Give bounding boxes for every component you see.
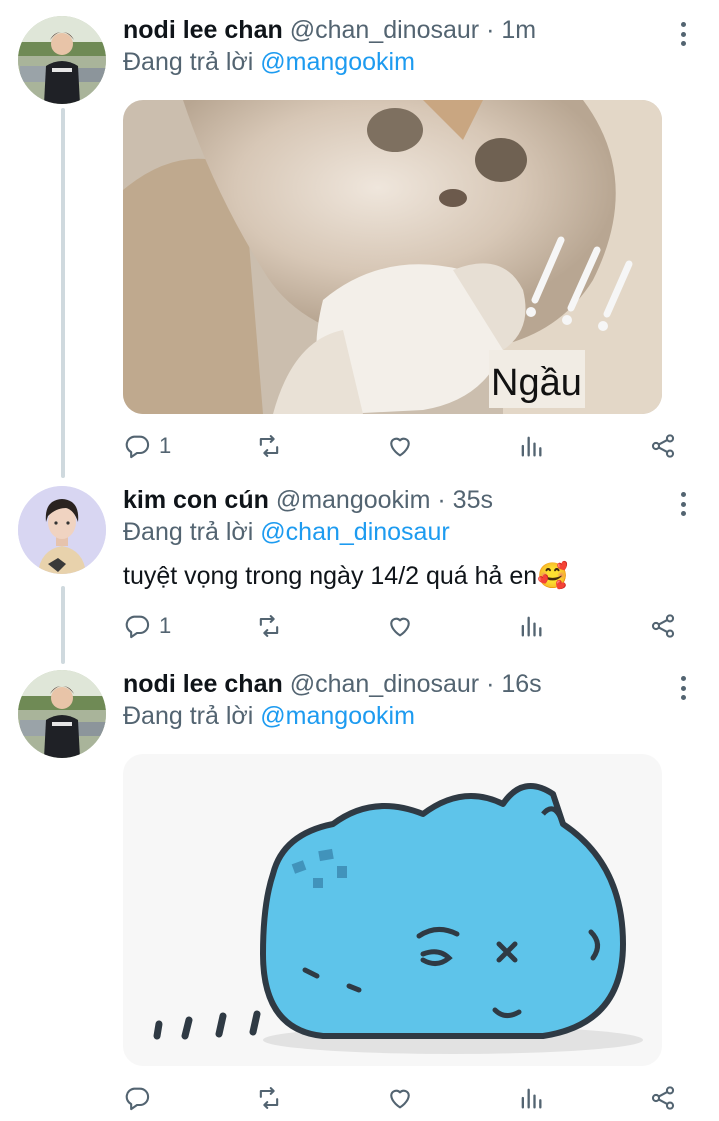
retweet-button[interactable]: [255, 428, 283, 464]
like-button[interactable]: [386, 608, 414, 644]
reply-mention[interactable]: @mangookim: [260, 702, 415, 730]
tweet-header: nodi lee chan @chan_dinosaur · 16s: [123, 668, 669, 700]
timestamp[interactable]: 35s: [453, 486, 493, 514]
replying-to: Đang trả lời @chan_dinosaur: [123, 516, 450, 548]
like-button[interactable]: [386, 428, 414, 464]
replying-to: Đang trả lời @mangookim: [123, 700, 415, 732]
avatar[interactable]: [18, 486, 106, 574]
tweet-text-content: tuyệt vọng trong ngày 14/2 quá hả en: [123, 562, 538, 590]
tweet-media[interactable]: [123, 754, 662, 1066]
avatar[interactable]: [18, 670, 106, 758]
retweet-icon: [259, 435, 279, 457]
share-icon: [651, 434, 675, 458]
tweet[interactable]: nodi lee chan @chan_dinosaur · 16s Đang …: [0, 668, 719, 1121]
tweet[interactable]: nodi lee chan @chan_dinosaur · 1m Đang t…: [0, 14, 719, 464]
retweet-icon: [259, 615, 279, 637]
separator-dot: ·: [486, 670, 495, 698]
retweet-button[interactable]: [255, 608, 283, 644]
reply-icon: [125, 615, 150, 639]
like-icon: [390, 1089, 410, 1109]
share-icon: [651, 614, 675, 638]
reply-mention[interactable]: @mangookim: [260, 48, 415, 76]
replying-to-label: Đang trả lời: [123, 48, 254, 76]
replying-to: Đang trả lời @mangookim: [123, 46, 415, 78]
timestamp[interactable]: 1m: [501, 16, 536, 44]
like-icon: [390, 617, 410, 637]
views-button[interactable]: [517, 428, 545, 464]
views-icon: [521, 616, 542, 637]
user-handle[interactable]: @chan_dinosaur: [290, 670, 479, 698]
retweet-button[interactable]: [255, 1080, 283, 1116]
action-bar: 1: [123, 428, 683, 464]
image-caption: Ngầu: [491, 362, 582, 404]
reply-button[interactable]: 1: [123, 608, 171, 644]
reply-count: 1: [159, 433, 172, 458]
tweet-header: nodi lee chan @chan_dinosaur · 1m: [123, 14, 669, 46]
action-bar: 1: [123, 608, 683, 644]
more-icon[interactable]: [671, 490, 695, 518]
share-button[interactable]: [649, 608, 677, 644]
reply-button[interactable]: 1: [123, 428, 171, 464]
reply-button[interactable]: [123, 1080, 151, 1116]
display-name[interactable]: nodi lee chan: [123, 16, 283, 44]
like-icon: [390, 437, 410, 457]
action-bar: [123, 1080, 683, 1116]
tweet-header: kim con cún @mangookim · 35s: [123, 484, 669, 516]
user-handle[interactable]: @chan_dinosaur: [290, 16, 479, 44]
replying-to-label: Đang trả lời: [123, 518, 254, 546]
separator-dot: ·: [437, 486, 446, 514]
display-name[interactable]: nodi lee chan: [123, 670, 283, 698]
views-button[interactable]: [517, 1080, 545, 1116]
views-icon: [521, 436, 542, 457]
user-handle[interactable]: @mangookim: [276, 486, 431, 514]
reply-icon: [125, 1087, 150, 1111]
share-button[interactable]: [649, 1080, 677, 1116]
separator-dot: ·: [486, 16, 495, 44]
views-icon: [521, 1088, 542, 1109]
tweet[interactable]: kim con cún @mangookim · 35s Đang trả lờ…: [0, 484, 719, 654]
reply-mention[interactable]: @chan_dinosaur: [260, 518, 449, 546]
tweet-text: tuyệt vọng trong ngày 14/2 quá hả en🥰: [123, 560, 568, 592]
display-name[interactable]: kim con cún: [123, 486, 269, 514]
retweet-icon: [259, 1087, 279, 1109]
more-icon[interactable]: [671, 674, 695, 702]
views-button[interactable]: [517, 608, 545, 644]
like-button[interactable]: [386, 1080, 414, 1116]
share-button[interactable]: [649, 428, 677, 464]
smiling-hearts-emoji: 🥰: [537, 562, 569, 590]
reply-icon: [125, 435, 150, 459]
share-icon: [651, 1086, 675, 1110]
avatar[interactable]: [18, 16, 106, 104]
more-icon[interactable]: [671, 20, 695, 48]
replying-to-label: Đang trả lời: [123, 702, 254, 730]
reply-count: 1: [159, 613, 172, 638]
tweet-media[interactable]: Ngầu: [123, 100, 662, 414]
timestamp[interactable]: 16s: [501, 670, 541, 698]
